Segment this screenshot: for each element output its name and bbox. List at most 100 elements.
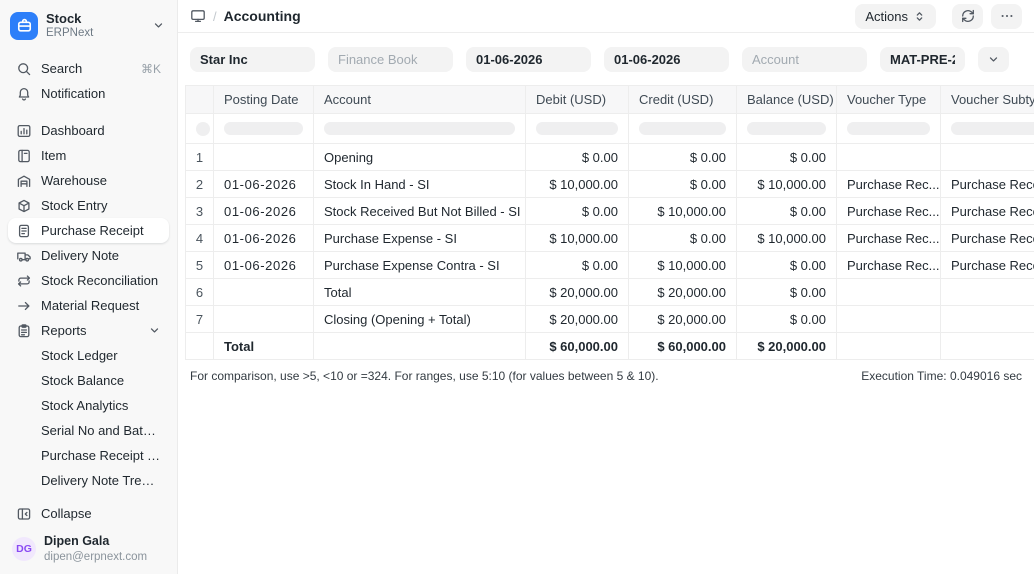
table-row[interactable]: 401-06-2026Purchase Expense - SI$ 10,000… <box>186 225 1034 252</box>
sidebar-item-stock-balance[interactable]: Stock Balance <box>8 368 169 393</box>
sidebar-item-purchase-receipt[interactable]: Purchase Receipt <box>8 218 169 243</box>
cell-posting_date[interactable]: 01-06-2026 <box>214 225 314 252</box>
cell-idx[interactable]: 6 <box>186 279 214 306</box>
cell-balance[interactable]: $ 20,000.00 <box>737 333 837 360</box>
column-filter-balance[interactable] <box>737 114 837 144</box>
cell-idx[interactable]: 3 <box>186 198 214 225</box>
cell-credit[interactable]: $ 20,000.00 <box>629 279 737 306</box>
cell-posting_date[interactable] <box>214 279 314 306</box>
sidebar-item-reports[interactable]: Reports <box>8 318 169 343</box>
sidebar-item-warehouse[interactable]: Warehouse <box>8 168 169 193</box>
sidebar-item-delivery-note[interactable]: Delivery Note <box>8 243 169 268</box>
table-row[interactable]: 201-06-2026Stock In Hand - SI$ 10,000.00… <box>186 171 1034 198</box>
cell-credit[interactable]: $ 60,000.00 <box>629 333 737 360</box>
cell-account[interactable]: Purchase Expense - SI <box>314 225 526 252</box>
column-header-account[interactable]: Account <box>314 86 526 114</box>
cell-posting_date[interactable]: 01-06-2026 <box>214 252 314 279</box>
table-row[interactable]: 301-06-2026Stock Received But Not Billed… <box>186 198 1034 225</box>
filter-voucher-no[interactable] <box>880 47 965 72</box>
cell-balance[interactable]: $ 0.00 <box>737 279 837 306</box>
cell-voucher_subtype[interactable]: Purchase Receipt <box>941 225 1034 252</box>
column-header-credit[interactable]: Credit (USD) <box>629 86 737 114</box>
sidebar-item-notification[interactable]: Notification <box>8 81 169 106</box>
table-total-row[interactable]: Total$ 60,000.00$ 60,000.00$ 20,000.00 <box>186 333 1034 360</box>
cell-voucher_subtype[interactable] <box>941 144 1034 171</box>
sidebar-item-purchase-receipt-trends[interactable]: Purchase Receipt Trends <box>8 443 169 468</box>
column-filter-debit[interactable] <box>526 114 629 144</box>
cell-idx[interactable]: 4 <box>186 225 214 252</box>
cell-voucher_type[interactable]: Purchase Rec... <box>837 225 941 252</box>
cell-account[interactable]: Stock In Hand - SI <box>314 171 526 198</box>
cell-voucher_type[interactable]: Purchase Rec... <box>837 171 941 198</box>
cell-debit[interactable]: $ 10,000.00 <box>526 225 629 252</box>
column-filter-posting_date[interactable] <box>214 114 314 144</box>
table-row[interactable]: 7Closing (Opening + Total)$ 20,000.00$ 2… <box>186 306 1034 333</box>
filter-finance-book[interactable] <box>328 47 453 72</box>
filter-company[interactable] <box>190 47 315 72</box>
cell-debit[interactable]: $ 0.00 <box>526 144 629 171</box>
column-header-posting_date[interactable]: Posting Date <box>214 86 314 114</box>
cell-voucher_subtype[interactable] <box>941 279 1034 306</box>
cell-voucher_type[interactable] <box>837 306 941 333</box>
column-filter-voucher_subtype[interactable] <box>941 114 1034 144</box>
cell-debit[interactable]: $ 10,000.00 <box>526 171 629 198</box>
column-filter-account[interactable] <box>314 114 526 144</box>
cell-idx[interactable] <box>186 333 214 360</box>
sidebar-collapse-button[interactable]: Collapse <box>8 501 169 526</box>
column-header-voucher_subtype[interactable]: Voucher Subtype <box>941 86 1034 114</box>
cell-debit[interactable]: $ 20,000.00 <box>526 306 629 333</box>
cell-account[interactable]: Closing (Opening + Total) <box>314 306 526 333</box>
more-button[interactable] <box>991 4 1022 29</box>
column-header-idx[interactable] <box>186 86 214 114</box>
cell-voucher_type[interactable] <box>837 279 941 306</box>
cell-posting_date[interactable]: 01-06-2026 <box>214 171 314 198</box>
column-header-voucher_type[interactable]: Voucher Type <box>837 86 941 114</box>
sidebar-item-delivery-note-trends[interactable]: Delivery Note Trends <box>8 468 169 493</box>
cell-credit[interactable]: $ 20,000.00 <box>629 306 737 333</box>
cell-voucher_subtype[interactable] <box>941 333 1034 360</box>
column-filter-credit[interactable] <box>629 114 737 144</box>
cell-balance[interactable]: $ 0.00 <box>737 144 837 171</box>
refresh-button[interactable] <box>952 4 983 29</box>
cell-balance[interactable]: $ 10,000.00 <box>737 225 837 252</box>
sidebar-item-stock-analytics[interactable]: Stock Analytics <box>8 393 169 418</box>
cell-idx[interactable]: 1 <box>186 144 214 171</box>
sidebar-item-dashboard[interactable]: Dashboard <box>8 118 169 143</box>
filter-to-date[interactable] <box>604 47 729 72</box>
cell-account[interactable] <box>314 333 526 360</box>
sidebar-item-stock-reconciliation[interactable]: Stock Reconciliation <box>8 268 169 293</box>
cell-credit[interactable]: $ 10,000.00 <box>629 198 737 225</box>
sidebar-item-serial-no-and-batch-tracking[interactable]: Serial No and Batch Trac... <box>8 418 169 443</box>
sidebar-item-stock-entry[interactable]: Stock Entry <box>8 193 169 218</box>
cell-idx[interactable]: 5 <box>186 252 214 279</box>
cell-voucher_subtype[interactable] <box>941 306 1034 333</box>
cell-credit[interactable]: $ 0.00 <box>629 144 737 171</box>
cell-balance[interactable]: $ 0.00 <box>737 306 837 333</box>
cell-voucher_type[interactable]: Purchase Rec... <box>837 198 941 225</box>
cell-voucher_subtype[interactable]: Purchase Receipt <box>941 198 1034 225</box>
column-header-debit[interactable]: Debit (USD) <box>526 86 629 114</box>
workspace-switcher[interactable]: Stock ERPNext <box>8 8 169 43</box>
cell-debit[interactable]: $ 20,000.00 <box>526 279 629 306</box>
cell-posting_date[interactable] <box>214 306 314 333</box>
cell-credit[interactable]: $ 10,000.00 <box>629 252 737 279</box>
cell-voucher_subtype[interactable]: Purchase Receipt <box>941 252 1034 279</box>
filter-expand-button[interactable] <box>978 47 1009 72</box>
user-menu[interactable]: DG Dipen Gala dipen@erpnext.com <box>8 526 169 566</box>
cell-debit[interactable]: $ 0.00 <box>526 198 629 225</box>
filter-from-date[interactable] <box>466 47 591 72</box>
cell-account[interactable]: Purchase Expense Contra - SI <box>314 252 526 279</box>
table-row[interactable]: 1Opening$ 0.00$ 0.00$ 0.00 <box>186 144 1034 171</box>
cell-balance[interactable]: $ 10,000.00 <box>737 171 837 198</box>
cell-voucher_type[interactable] <box>837 333 941 360</box>
column-filter-voucher_type[interactable] <box>837 114 941 144</box>
cell-balance[interactable]: $ 0.00 <box>737 252 837 279</box>
cell-credit[interactable]: $ 0.00 <box>629 171 737 198</box>
column-filter-idx[interactable] <box>186 114 214 144</box>
cell-posting_date[interactable]: Total <box>214 333 314 360</box>
table-row[interactable]: 6Total$ 20,000.00$ 20,000.00$ 0.00 <box>186 279 1034 306</box>
sidebar-item-stock-ledger[interactable]: Stock Ledger <box>8 343 169 368</box>
cell-voucher_type[interactable]: Purchase Rec... <box>837 252 941 279</box>
cell-posting_date[interactable]: 01-06-2026 <box>214 198 314 225</box>
cell-idx[interactable]: 7 <box>186 306 214 333</box>
